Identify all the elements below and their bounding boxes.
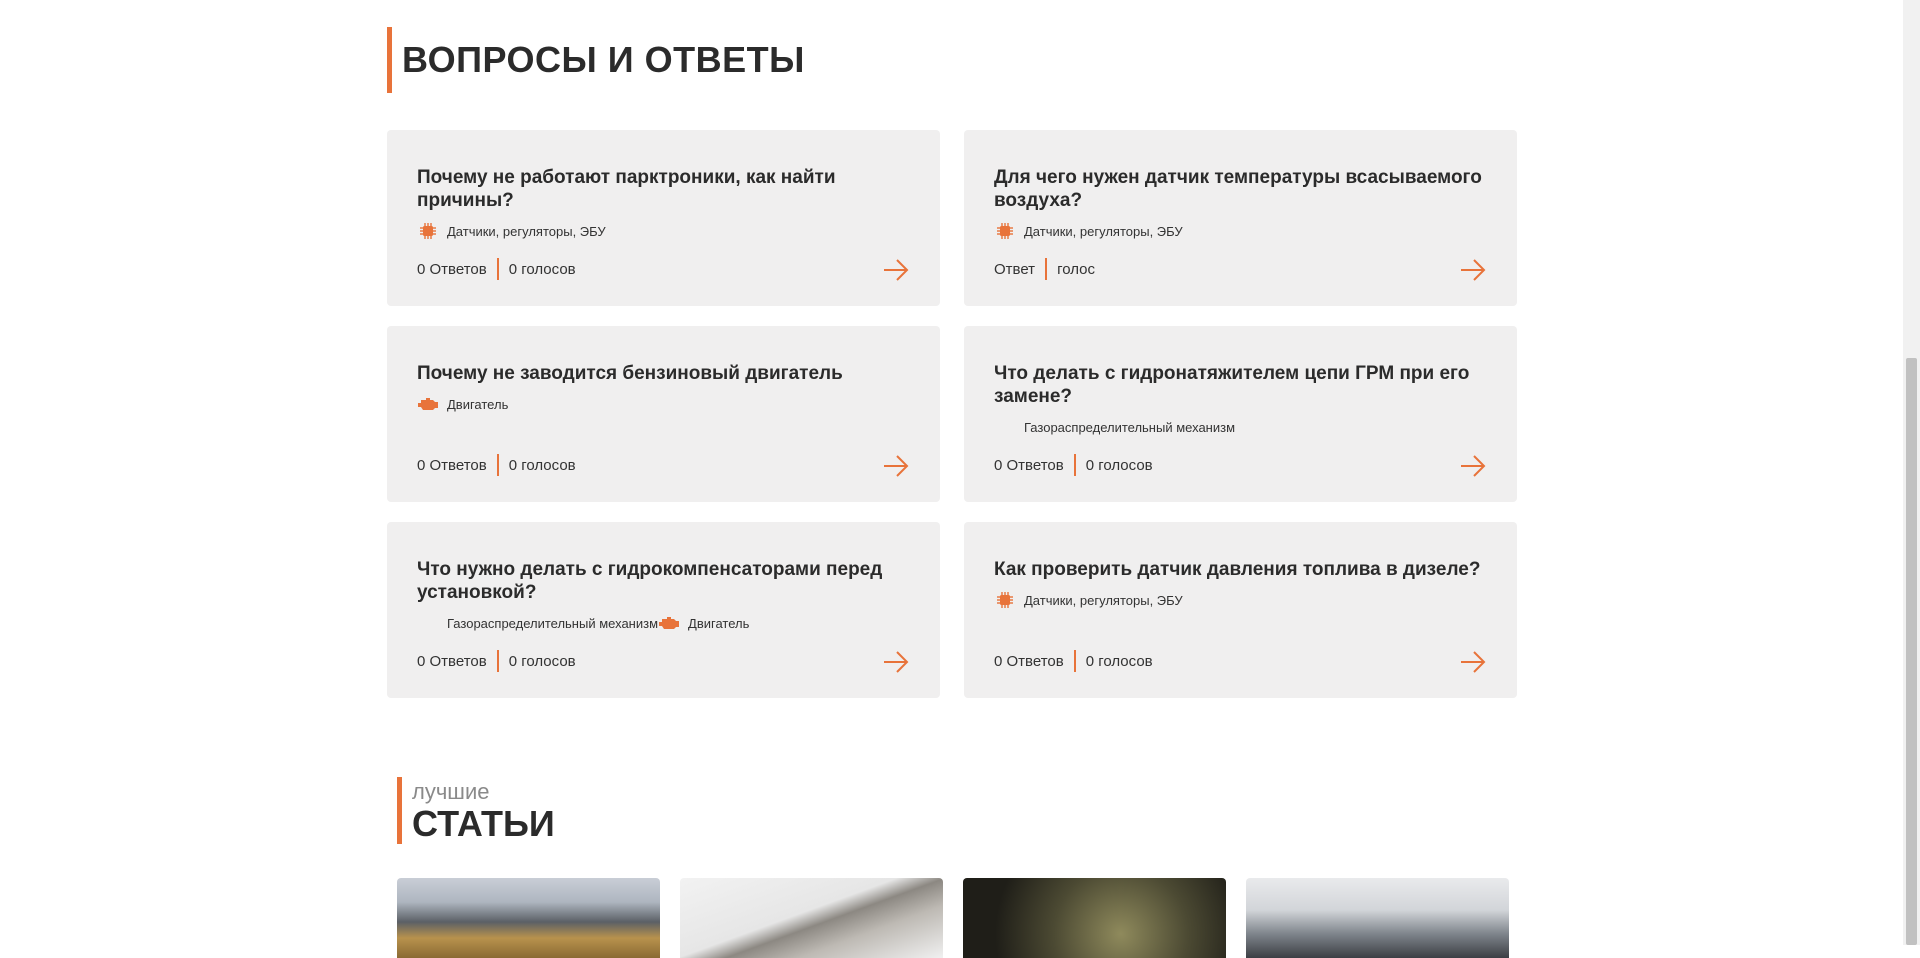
votes-count: 0 голосов (508, 260, 576, 278)
category-row: Датчики, регуляторы, ЭБУ (994, 222, 1487, 240)
arrow-right-icon[interactable] (882, 452, 910, 480)
faq-question[interactable]: Почему не заводится бензиновый двигатель (417, 362, 910, 385)
answers-count: 0 Ответов (994, 456, 1064, 474)
category-tag[interactable]: Газораспределительный механизм (417, 614, 658, 632)
faq-card[interactable]: Что делать с гидронатяжителем цепи ГРМ п… (964, 326, 1517, 502)
faq-card[interactable]: Как проверить датчик давления топлива в … (964, 522, 1517, 698)
card-stats: 0 Ответов 0 голосов (417, 454, 576, 476)
chip-icon (994, 222, 1016, 240)
answers-count: 0 Ответов (417, 456, 487, 474)
category-label: Двигатель (688, 615, 750, 631)
faq-question[interactable]: Что нужно делать с гидрокомпенсаторами п… (417, 558, 910, 604)
article-thumbnail[interactable] (680, 878, 943, 958)
category-row: Датчики, регуляторы, ЭБУ (417, 222, 910, 240)
stats-divider (1073, 454, 1076, 476)
category-tag[interactable]: Газораспределительный механизм (994, 418, 1235, 436)
articles-section-title: лучшие СТАТЬИ (397, 777, 555, 844)
answers-count: 0 Ответов (417, 652, 487, 670)
arrow-right-icon[interactable] (1459, 452, 1487, 480)
answers-count: Ответ (994, 260, 1036, 278)
placeholder-icon (994, 418, 1016, 436)
answers-count: 0 Ответов (994, 652, 1064, 670)
votes-count: 0 голосов (508, 456, 576, 474)
arrow-right-icon[interactable] (882, 256, 910, 284)
stats-divider (496, 650, 499, 672)
stats-divider (1045, 258, 1048, 280)
faq-card[interactable]: Для чего нужен датчик температуры всасыв… (964, 130, 1517, 306)
card-stats: 0 Ответов 0 голосов (417, 650, 576, 672)
stats-divider (496, 454, 499, 476)
chip-icon (417, 222, 439, 240)
article-thumbnail[interactable] (397, 878, 660, 958)
articles-subtitle: лучшие (412, 779, 490, 804)
article-thumbnail[interactable] (1246, 878, 1509, 958)
stats-divider (496, 258, 499, 280)
faq-card[interactable]: Что нужно делать с гидрокомпенсаторами п… (387, 522, 940, 698)
stats-divider (1073, 650, 1076, 672)
faq-card[interactable]: Почему не заводится бензиновый двигатель… (387, 326, 940, 502)
votes-count: голос (1057, 260, 1095, 278)
arrow-right-icon[interactable] (1459, 648, 1487, 676)
category-label: Газораспределительный механизм (447, 615, 659, 631)
category-label: Газораспределительный механизм (1024, 419, 1236, 435)
category-label: Двигатель (447, 396, 509, 412)
engine-icon (658, 614, 680, 632)
votes-count: 0 голосов (508, 652, 576, 670)
scrollbar-thumb[interactable] (1906, 358, 1917, 945)
category-label: Датчики, регуляторы, ЭБУ (447, 223, 606, 239)
category-label: Датчики, регуляторы, ЭБУ (1024, 223, 1183, 239)
category-tag[interactable]: Датчики, регуляторы, ЭБУ (994, 222, 1183, 240)
faq-card[interactable]: Почему не работают парктроники, как найт… (387, 130, 940, 306)
placeholder-icon (417, 614, 439, 632)
answers-count: 0 Ответов (417, 260, 487, 278)
category-tag[interactable]: Датчики, регуляторы, ЭБУ (417, 222, 606, 240)
chip-icon (994, 591, 1016, 609)
category-row: Газораспределительный механизм (994, 418, 1487, 436)
category-row: Датчики, регуляторы, ЭБУ (994, 591, 1487, 609)
card-stats: 0 Ответов 0 голосов (994, 454, 1153, 476)
arrow-right-icon[interactable] (882, 648, 910, 676)
engine-icon (417, 395, 439, 413)
faq-question[interactable]: Для чего нужен датчик температуры всасыв… (994, 166, 1487, 212)
category-row: Газораспределительный механизм Двигатель (417, 614, 910, 632)
arrow-right-icon[interactable] (1459, 256, 1487, 284)
faq-question[interactable]: Почему не работают парктроники, как найт… (417, 166, 910, 212)
category-tag[interactable]: Двигатель (417, 395, 508, 413)
faq-question[interactable]: Что делать с гидронатяжителем цепи ГРМ п… (994, 362, 1487, 408)
faq-section-title: ВОПРОСЫ И ОТВЕТЫ (387, 27, 805, 93)
category-label: Датчики, регуляторы, ЭБУ (1024, 592, 1183, 608)
votes-count: 0 голосов (1085, 456, 1153, 474)
card-stats: Ответ голос (994, 258, 1095, 280)
card-stats: 0 Ответов 0 голосов (417, 258, 576, 280)
articles-title: СТАТЬИ (412, 803, 555, 844)
page-scrollbar[interactable] (1903, 0, 1920, 945)
card-stats: 0 Ответов 0 голосов (994, 650, 1153, 672)
article-thumbnail[interactable] (963, 878, 1226, 958)
faq-title: ВОПРОСЫ И ОТВЕТЫ (402, 39, 805, 80)
votes-count: 0 голосов (1085, 652, 1153, 670)
category-row: Двигатель (417, 395, 910, 413)
category-tag[interactable]: Двигатель (658, 614, 749, 632)
faq-question[interactable]: Как проверить датчик давления топлива в … (994, 558, 1487, 581)
category-tag[interactable]: Датчики, регуляторы, ЭБУ (994, 591, 1183, 609)
